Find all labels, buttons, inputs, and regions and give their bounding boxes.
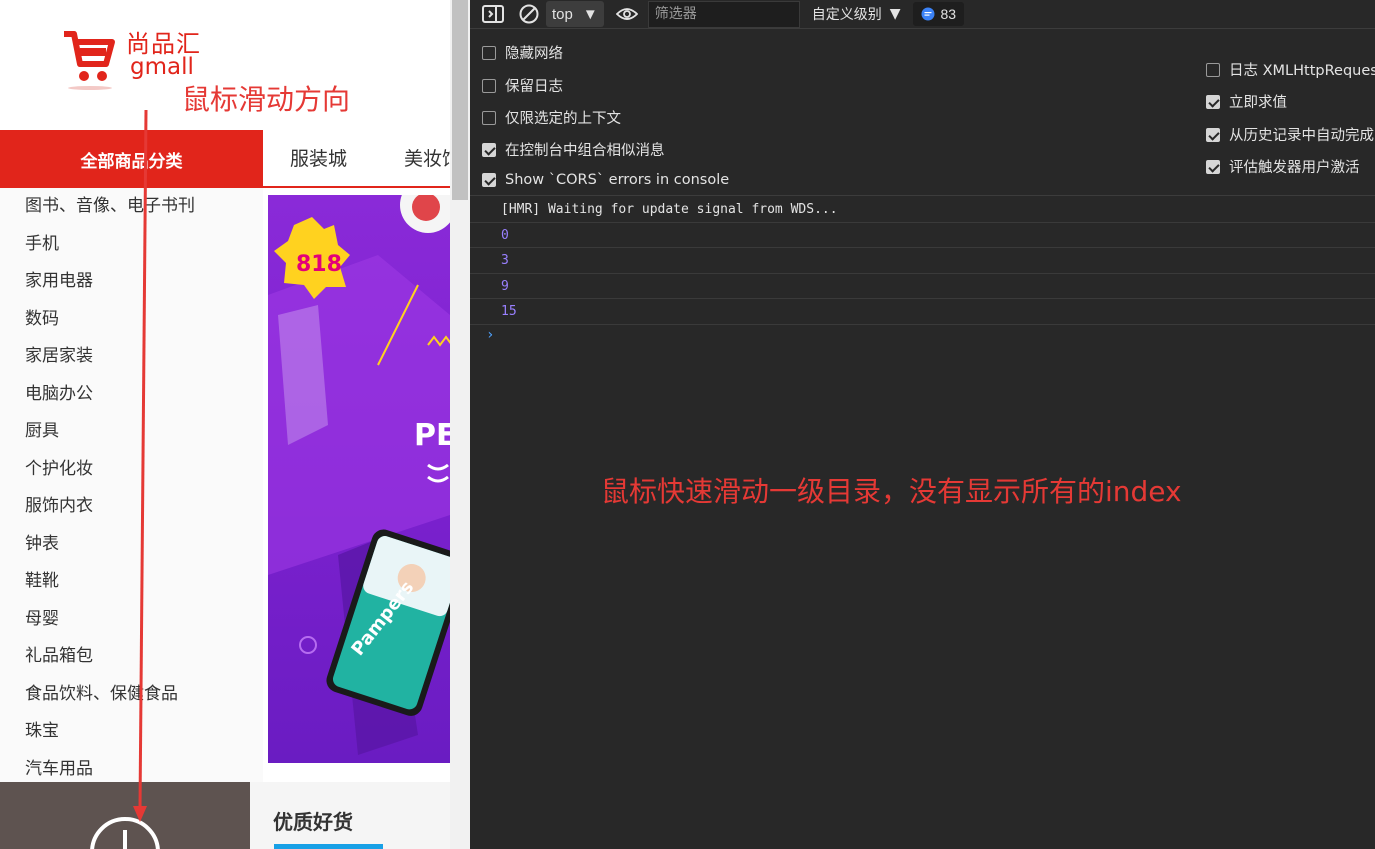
category-item[interactable]: 个护化妆 xyxy=(0,451,263,489)
promo-banner[interactable]: 818 PE Pampers xyxy=(268,195,450,763)
console-prompt-chevron-icon[interactable]: › xyxy=(486,327,494,343)
log-entry[interactable]: 0 xyxy=(470,223,1375,248)
annotation-scroll-direction: 鼠标滑动方向 xyxy=(182,83,351,116)
category-item[interactable]: 家用电器 xyxy=(0,263,263,301)
context-select[interactable]: top ▼ xyxy=(546,1,604,27)
checkbox[interactable] xyxy=(1206,62,1220,77)
power-icon xyxy=(90,817,160,849)
nav-link-beauty[interactable]: 美妆馆 xyxy=(404,130,450,188)
option-group-similar[interactable]: 在控制台中组合相似消息 xyxy=(482,139,665,160)
option-autocomplete-history[interactable]: 从历史记录中自动完成 xyxy=(1206,124,1374,145)
cart-logo-icon xyxy=(64,31,115,90)
checkbox[interactable] xyxy=(482,45,496,60)
promo-strip xyxy=(0,782,250,849)
category-item[interactable]: 母婴 xyxy=(0,601,263,639)
log-level-value: 自定义级别 xyxy=(811,7,882,23)
quality-goods-underline xyxy=(274,844,383,849)
scrollbar-thumb[interactable] xyxy=(452,0,468,200)
checkbox-checked[interactable] xyxy=(482,173,496,187)
all-categories-header[interactable]: 全部商品分类 xyxy=(0,130,263,188)
nav-link-clothing[interactable]: 服装城 xyxy=(290,130,347,188)
checkbox[interactable] xyxy=(482,110,496,125)
option-log-xhr[interactable]: 日志 XMLHttpRequest xyxy=(1206,59,1375,80)
category-item[interactable]: 珠宝 xyxy=(0,713,263,751)
log-entry[interactable]: 9 xyxy=(470,274,1375,299)
main-nav: 全部商品分类 服装城 美妆馆 xyxy=(0,130,450,188)
page-scrollbar[interactable] xyxy=(450,0,470,849)
sidebar-toggle-icon[interactable] xyxy=(480,3,506,25)
console-toolbar: top ▼ 自定义级别 ▼ 83 xyxy=(470,0,1375,28)
category-item[interactable]: 礼品箱包 xyxy=(0,638,263,676)
option-eager-evaluation[interactable]: 立即求值 xyxy=(1206,91,1287,112)
log-entry[interactable]: 15 xyxy=(470,299,1375,325)
console-log-list: [HMR] Waiting for update signal from WDS… xyxy=(470,197,1375,325)
issues-counter-button[interactable]: 83 xyxy=(912,2,965,26)
message-icon xyxy=(921,7,934,21)
option-user-activation[interactable]: 评估触发器用户激活 xyxy=(1206,156,1360,177)
checkbox-checked[interactable] xyxy=(1206,159,1220,174)
annotation-note: 鼠标快速滑动一级目录，没有显示所有的index xyxy=(601,475,1182,508)
devtools-console: top ▼ 自定义级别 ▼ 83 隐藏网络 xyxy=(470,0,1375,849)
category-list: 图书、音像、电子书刊 手机 家用电器 数码 家居家装 电脑办公 厨具 个护化妆 … xyxy=(0,188,263,782)
console-filter-input[interactable] xyxy=(647,0,800,28)
log-entry[interactable]: 3 xyxy=(470,248,1375,274)
console-settings-panel: 隐藏网络 保留日志 仅限选定的上下文 在控制台中组合相似消息 Show `COR… xyxy=(470,28,1375,196)
issues-count: 83 xyxy=(940,6,957,22)
log-entry[interactable]: [HMR] Waiting for update signal from WDS… xyxy=(470,197,1375,223)
chevron-down-icon: ▼ xyxy=(889,6,901,22)
svg-text:PE: PE xyxy=(414,418,450,453)
category-item[interactable]: 数码 xyxy=(0,301,263,339)
checkbox-checked[interactable] xyxy=(1206,94,1220,109)
category-item[interactable]: 图书、音像、电子书刊 xyxy=(0,188,263,226)
category-item[interactable]: 手机 xyxy=(0,226,263,264)
logo-text-en: gmall xyxy=(130,54,194,80)
log-level-select[interactable]: 自定义级别 ▼ xyxy=(812,4,901,24)
category-item[interactable]: 厨具 xyxy=(0,413,263,451)
category-item[interactable]: 家居家装 xyxy=(0,338,263,376)
category-item[interactable]: 鞋靴 xyxy=(0,563,263,601)
option-selected-context-only[interactable]: 仅限选定的上下文 xyxy=(482,107,621,128)
category-item[interactable]: 电脑办公 xyxy=(0,376,263,414)
svg-text:818: 818 xyxy=(296,252,342,277)
chevron-down-icon: ▼ xyxy=(582,5,598,23)
category-item[interactable]: 食品饮料、保健食品 xyxy=(0,676,263,714)
category-item[interactable]: 服饰内衣 xyxy=(0,488,263,526)
clear-console-icon[interactable] xyxy=(516,3,542,25)
checkbox-checked[interactable] xyxy=(482,142,496,157)
banner-image: 818 PE Pampers xyxy=(268,195,450,763)
checkbox[interactable] xyxy=(482,78,496,93)
context-select-value: top xyxy=(552,5,573,23)
option-preserve-log[interactable]: 保留日志 xyxy=(482,75,563,96)
category-item[interactable]: 钟表 xyxy=(0,526,263,564)
quality-goods-title: 优质好货 xyxy=(273,810,353,834)
checkbox-checked[interactable] xyxy=(1206,127,1220,142)
option-show-cors-errors[interactable]: Show `CORS` errors in console xyxy=(482,172,729,188)
shop-page: 尚品汇 gmall 鼠标滑动方向 全部商品分类 服装城 美妆馆 图书、音像、电子… xyxy=(0,0,450,849)
live-expression-eye-icon[interactable] xyxy=(614,3,640,25)
option-hide-network[interactable]: 隐藏网络 xyxy=(482,42,563,63)
